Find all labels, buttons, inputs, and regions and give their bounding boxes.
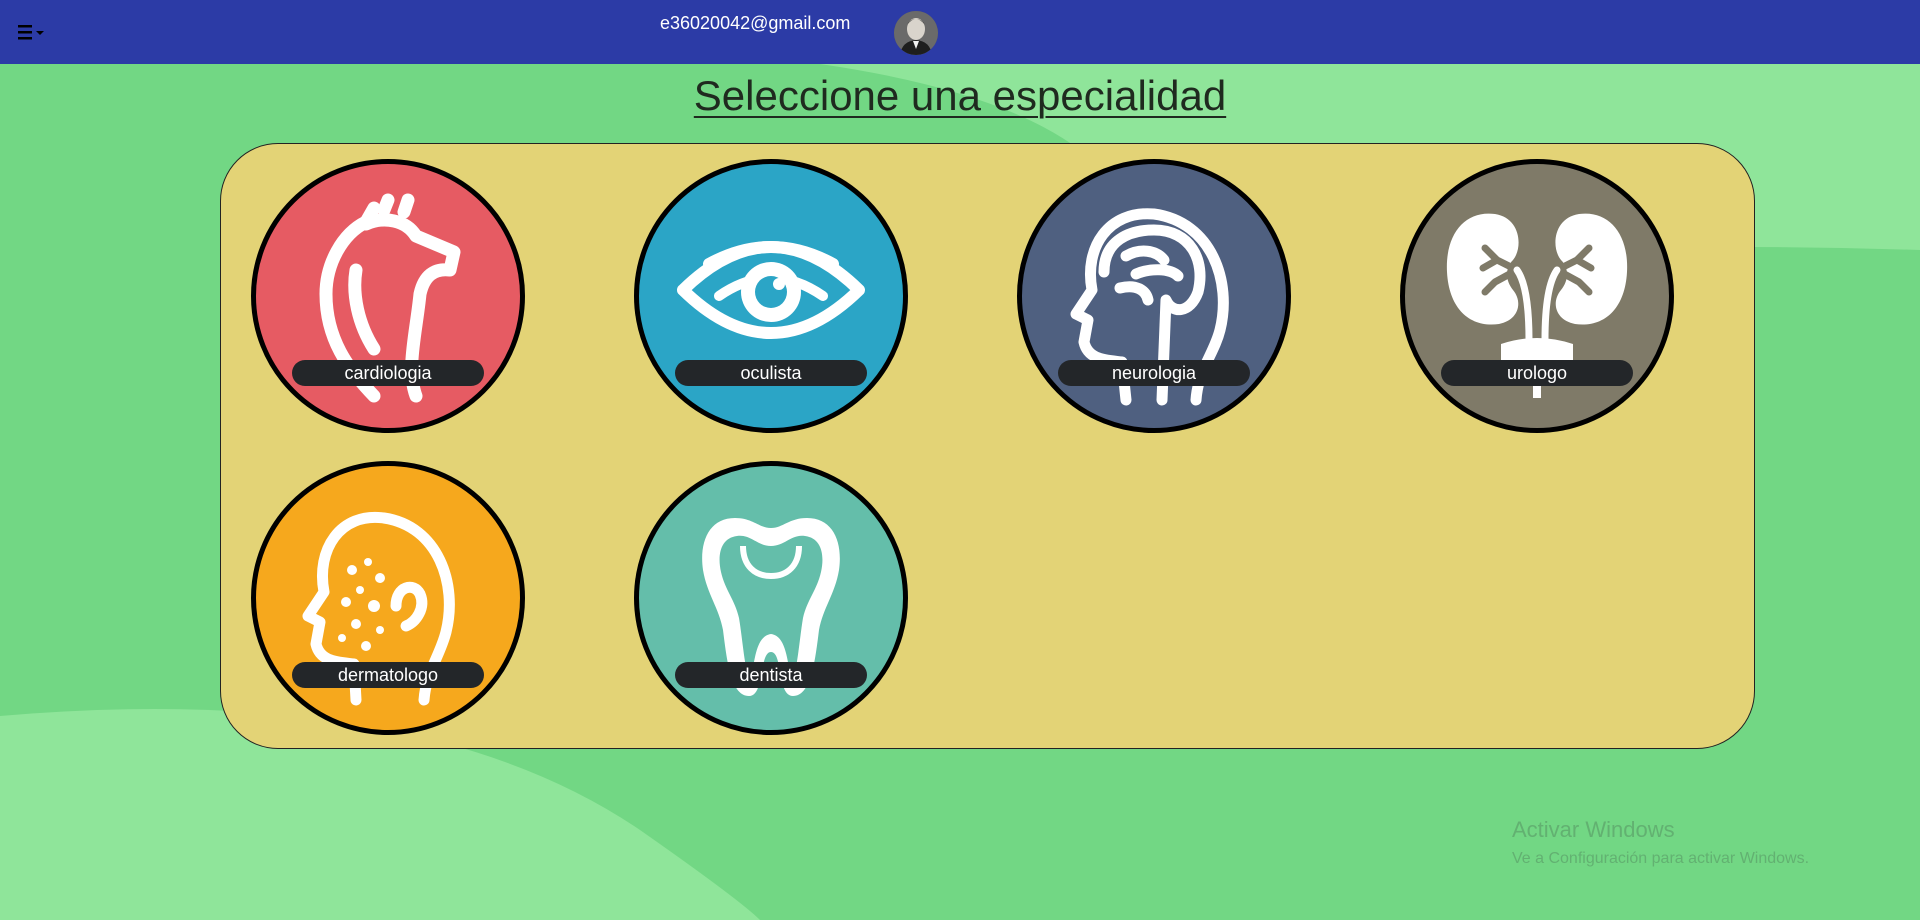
specialty-label: cardiologia — [292, 360, 484, 386]
specialty-card-dermatologo[interactable]: dermatologo — [251, 461, 525, 735]
user-avatar[interactable] — [892, 9, 940, 57]
specialty-label: dentista — [675, 662, 867, 688]
specialties-panel: cardiologia oculista neurologia urologo … — [220, 143, 1755, 749]
brain-icon — [1070, 208, 1229, 406]
eye-icon — [677, 241, 865, 339]
specialty-label: neurologia — [1058, 360, 1250, 386]
specialty-label: dermatologo — [292, 662, 484, 688]
specialty-card-urologo[interactable]: urologo — [1400, 159, 1674, 433]
tooth-icon — [702, 518, 840, 696]
specialty-label: urologo — [1441, 360, 1633, 386]
menu-dropdown-button[interactable] — [16, 20, 52, 44]
heart-icon — [319, 193, 461, 403]
top-navbar: e36020042@gmail.com — [0, 0, 1920, 64]
specialty-label: oculista — [675, 360, 867, 386]
specialty-card-cardiologia[interactable]: cardiologia — [251, 159, 525, 433]
specialty-card-oculista[interactable]: oculista — [634, 159, 908, 433]
hamburger-menu-icon — [18, 25, 44, 40]
specialty-card-dentista[interactable]: dentista — [634, 461, 908, 735]
skin-head-icon — [302, 511, 455, 706]
windows-activation-watermark: Activar Windows Ve a Configuración para … — [1512, 817, 1810, 867]
specialty-card-neurologia[interactable]: neurologia — [1017, 159, 1291, 433]
kidneys-icon — [1446, 213, 1628, 398]
user-email: e36020042@gmail.com — [660, 13, 851, 33]
page-title: Seleccione una especialidad — [693, 72, 1227, 119]
